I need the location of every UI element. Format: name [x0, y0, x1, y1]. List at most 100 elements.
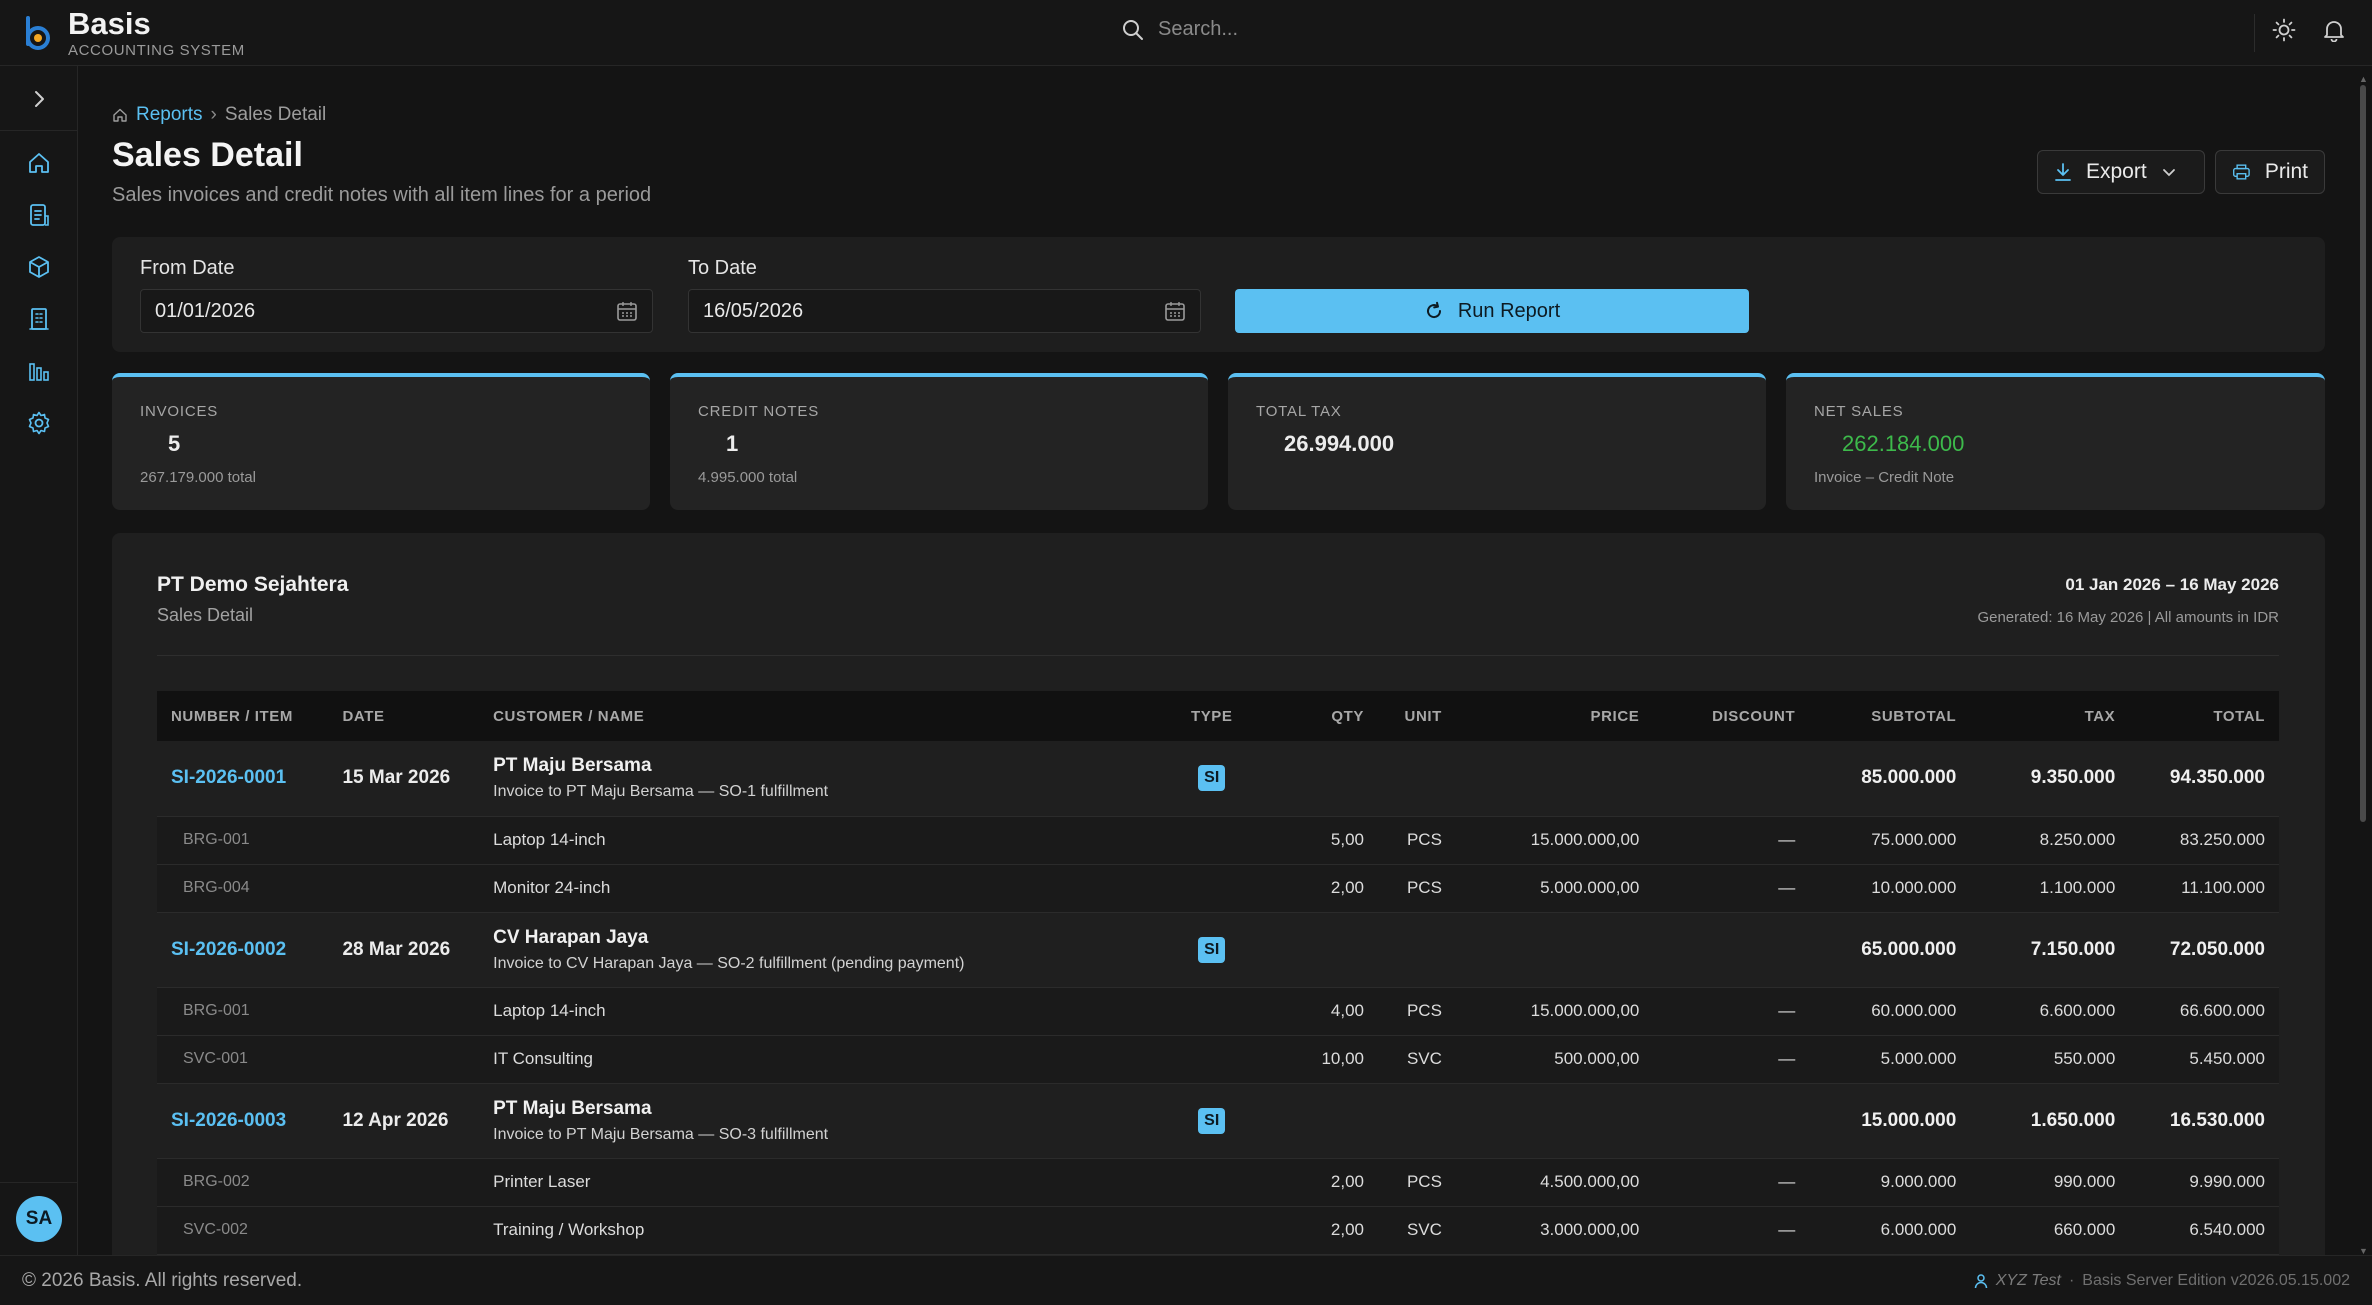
- calendar-icon[interactable]: [616, 300, 638, 322]
- sales-detail-table: NUMBER / ITEM DATE CUSTOMER / NAME TYPE …: [157, 691, 2279, 1255]
- scroll-up-icon[interactable]: ▲: [2359, 74, 2368, 84]
- company-name: PT Demo Sejahtera: [157, 573, 349, 596]
- item-name: Training / Workshop: [493, 1220, 645, 1239]
- printer-icon: [2233, 164, 2250, 180]
- search-input[interactable]: [1158, 18, 1758, 41]
- search-bar[interactable]: [1122, 18, 1758, 41]
- stat-label: INVOICES: [140, 403, 219, 420]
- calendar-icon[interactable]: [1164, 300, 1186, 322]
- item-qty: 4,00: [1330, 1001, 1364, 1020]
- breadcrumb-current: Sales Detail: [224, 104, 327, 125]
- document-icon[interactable]: [26, 202, 52, 228]
- user-icon: [1974, 1274, 1987, 1289]
- gear-icon[interactable]: [26, 410, 52, 436]
- from-date-field[interactable]: 01/01/2026: [140, 289, 653, 333]
- sidebar: SA: [0, 66, 78, 1255]
- report-period: 01 Jan 2026 – 16 May 2026: [2065, 575, 2279, 594]
- to-date-field[interactable]: 16/05/2026: [688, 289, 1201, 333]
- item-tax: 8.250.000: [2039, 830, 2116, 849]
- run-report-button[interactable]: Run Report: [1235, 289, 1749, 333]
- page-scrollbar[interactable]: ▲ ▼: [2358, 74, 2368, 1256]
- item-qty: 2,00: [1330, 1220, 1364, 1239]
- filter-card: From Date 01/01/2026 To Date 16/05/2026 …: [112, 237, 2325, 352]
- invoice-description: Invoice to PT Maju Bersama — SO-1 fulfil…: [493, 783, 829, 801]
- item-tax: 660.000: [2053, 1220, 2116, 1239]
- copyright: © 2026 Basis. All rights reserved.: [22, 1270, 303, 1291]
- report-card: PT Demo Sejahtera Sales Detail 01 Jan 20…: [112, 533, 2325, 1255]
- item-subtotal: 9.000.000: [1880, 1172, 1957, 1191]
- building-icon[interactable]: [26, 306, 52, 332]
- column-header[interactable]: SUBTOTAL: [1809, 691, 1970, 741]
- column-header[interactable]: DISCOUNT: [1653, 691, 1809, 741]
- column-header[interactable]: TOTAL: [2129, 691, 2279, 741]
- item-unit: PCS: [1406, 878, 1442, 897]
- item-unit: SVC: [1406, 1220, 1442, 1239]
- column-header[interactable]: QTY: [1253, 691, 1378, 741]
- chevron-right-icon[interactable]: [26, 86, 52, 112]
- export-button[interactable]: Export: [2037, 150, 2205, 194]
- column-header[interactable]: PRICE: [1456, 691, 1653, 741]
- breadcrumb-link-reports[interactable]: Reports: [136, 104, 203, 126]
- footer: © 2026 Basis. All rights reserved. XYZ T…: [0, 1255, 2372, 1305]
- theme-toggle-sun-icon[interactable]: [2272, 18, 2296, 42]
- stat-label: CREDIT NOTES: [698, 403, 820, 420]
- stat-card-invoices: INVOICES 5 267.179.000 total: [112, 373, 650, 510]
- report-generated: Generated: 16 May 2026 | All amounts in …: [1977, 609, 2279, 626]
- item-code: SVC-001: [183, 1050, 248, 1067]
- column-header[interactable]: TYPE: [1170, 691, 1253, 741]
- divider: [0, 130, 78, 131]
- invoice-row[interactable]: SI-2026-0001 15 Mar 2026 PT Maju Bersama…: [157, 741, 2279, 816]
- to-date-value: 16/05/2026: [703, 299, 804, 322]
- item-unit: SVC: [1406, 1049, 1442, 1068]
- notifications-bell-icon[interactable]: [2322, 18, 2346, 42]
- invoice-subtotal: 85.000.000: [1861, 767, 1957, 789]
- column-header[interactable]: CUSTOMER / NAME: [479, 691, 1170, 741]
- item-total: 6.540.000: [2189, 1220, 2265, 1239]
- item-unit: PCS: [1406, 830, 1442, 849]
- invoice-customer: PT Maju Bersama Invoice to PT Maju Bersam…: [479, 1083, 1170, 1158]
- item-subtotal: 60.000.000: [1871, 1001, 1957, 1020]
- box-icon[interactable]: [26, 254, 52, 280]
- item-name: Printer Laser: [493, 1172, 591, 1191]
- export-label: Export: [2086, 160, 2147, 183]
- item-subtotal: 10.000.000: [1871, 878, 1957, 897]
- column-header[interactable]: UNIT: [1378, 691, 1456, 741]
- column-header[interactable]: NUMBER / ITEM: [157, 691, 328, 741]
- invoice-number-link[interactable]: SI-2026-0001: [157, 741, 328, 816]
- item-tax: 990.000: [2053, 1172, 2116, 1191]
- avatar[interactable]: SA: [16, 1196, 62, 1242]
- home-icon[interactable]: [26, 150, 52, 176]
- stat-label: TOTAL TAX: [1256, 403, 1342, 420]
- breadcrumb-separator: ›: [210, 104, 217, 125]
- type-cell: SI: [1170, 912, 1253, 987]
- type-cell: SI: [1170, 1083, 1253, 1158]
- item-code: BRG-001: [183, 831, 250, 848]
- top-bar: Basis ACCOUNTING SYSTEM: [0, 0, 2372, 66]
- home-icon[interactable]: [112, 107, 128, 123]
- invoice-row[interactable]: SI-2026-0003 12 Apr 2026 PT Maju Bersama…: [157, 1083, 2279, 1158]
- app-name: Basis: [68, 6, 151, 41]
- page-subtitle: Sales invoices and credit notes with all…: [112, 184, 652, 206]
- bar-chart-icon[interactable]: [26, 358, 52, 384]
- column-header[interactable]: DATE: [328, 691, 479, 741]
- customer-name: PT Maju Bersama: [493, 1097, 652, 1119]
- invoice-number-link[interactable]: SI-2026-0002: [157, 912, 328, 987]
- brand[interactable]: Basis ACCOUNTING SYSTEM: [22, 8, 245, 59]
- invoice-number-link[interactable]: SI-2026-0003: [157, 1083, 328, 1158]
- stat-value: 5: [168, 431, 181, 456]
- item-discount: —: [1778, 1001, 1796, 1020]
- stat-value: 1: [726, 431, 739, 456]
- stat-sub: Invoice – Credit Note: [1814, 469, 1955, 486]
- scrollbar-thumb[interactable]: [2360, 85, 2366, 822]
- column-header[interactable]: TAX: [1970, 691, 2129, 741]
- item-price: 3.000.000,00: [1540, 1220, 1640, 1239]
- item-qty: 10,00: [1321, 1049, 1364, 1068]
- item-total: 83.250.000: [2179, 830, 2265, 849]
- invoice-date: 15 Mar 2026: [342, 767, 451, 789]
- item-tax: 6.600.000: [2039, 1001, 2116, 1020]
- item-tax: 1.100.000: [2039, 878, 2116, 897]
- invoice-subtotal: 65.000.000: [1861, 938, 1957, 960]
- print-button[interactable]: Print: [2215, 150, 2325, 194]
- item-line-row: BRG-004 Monitor 24-inch 2,00 PCS 5.000.0…: [157, 864, 2279, 912]
- invoice-row[interactable]: SI-2026-0002 28 Mar 2026 CV Harapan Jaya…: [157, 912, 2279, 987]
